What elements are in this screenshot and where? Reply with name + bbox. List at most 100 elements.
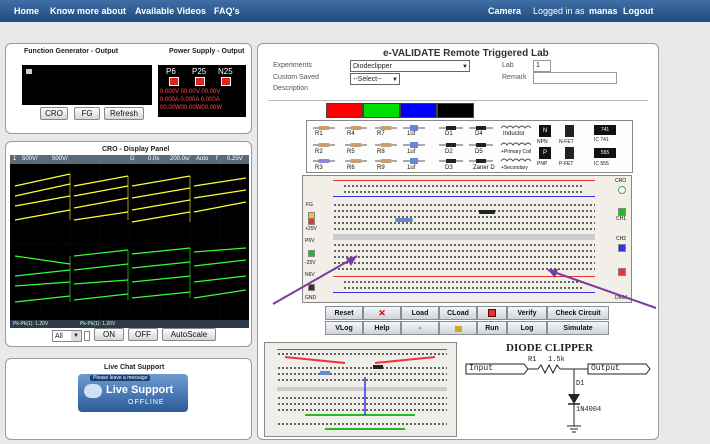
component-glyphs <box>313 125 532 164</box>
cro-off-button[interactable]: OFF <box>128 328 158 341</box>
nav-home-link[interactable]: Home <box>14 6 39 16</box>
board-rail-top-red <box>333 180 595 181</box>
cro-title: CRO - Display Panel <box>102 146 170 153</box>
wire-color-green[interactable] <box>363 103 400 118</box>
lock-icon <box>454 326 462 332</box>
board-rail-holes <box>343 185 583 187</box>
chevron-down-icon: ▼ <box>462 64 468 70</box>
cload-button[interactable]: CLoad <box>439 306 477 320</box>
ps-channel-p25: P25 <box>192 67 207 76</box>
cro-measure-right: Pk-Pk(1): 1.20V <box>80 321 116 327</box>
custom-saved-label: Custom Saved <box>273 74 319 81</box>
help-button[interactable]: Help <box>363 321 401 335</box>
cro-waveform <box>10 164 249 328</box>
lock-button[interactable]: ● <box>401 321 439 335</box>
load-button[interactable]: Load <box>401 306 439 320</box>
cro-on-button[interactable]: ON <box>94 328 124 341</box>
fg-power-panel: Function Generator - Output Power Supply… <box>5 43 252 134</box>
save-button[interactable] <box>477 306 507 320</box>
cro-autoscale-button[interactable]: AutoScale <box>162 328 216 341</box>
board-label-cro: CRO <box>615 178 627 184</box>
vlog-button[interactable]: VLog <box>325 321 363 335</box>
cro-time-offset: 0.0s <box>148 156 160 162</box>
username: manas <box>589 6 618 16</box>
ps-channel-p6: P6 <box>166 67 176 76</box>
ic-555-chip[interactable]: 555 <box>594 148 616 158</box>
lab-title: e-VALIDATE Remote Triggered Lab <box>383 48 549 59</box>
component-palette: R1 R4 R7 1uf D1 D4 Inductor R2 R5 R8 1uf… <box>306 120 633 173</box>
custom-saved-select[interactable]: --Select-- ▼ <box>350 73 400 85</box>
reset-button[interactable]: Reset <box>325 306 363 320</box>
lab-number-field[interactable]: 1 <box>533 60 551 72</box>
comp-pfet-label: P-FET <box>559 161 574 167</box>
lab-panel: e-VALIDATE Remote Triggered Lab Experime… <box>257 43 659 440</box>
cro-ground: G <box>130 156 135 162</box>
delete-button[interactable]: ✕ <box>363 306 401 320</box>
nav-camera-link[interactable]: Camera <box>488 6 521 16</box>
chevron-down-icon: ▼ <box>71 331 81 341</box>
transistor-pnp[interactable]: P <box>539 147 551 159</box>
cro-screen: 1 500V/ 500V/ G 0.0s 200.0s/ Auto f 0.25… <box>10 155 249 328</box>
divider <box>268 100 648 101</box>
preview-wires <box>284 356 436 430</box>
schematic: DIODE CLIPPER Input Output R1 1.5k D1 1N… <box>464 342 654 437</box>
wire-color-black[interactable] <box>437 103 474 118</box>
ic-741-label: IC 741 <box>594 137 609 143</box>
simulate-button[interactable]: Simulate <box>547 321 609 335</box>
wire-color-red[interactable] <box>326 103 363 118</box>
nav-videos-link[interactable]: Available Videos <box>135 6 206 16</box>
breadboard-preview <box>264 342 457 437</box>
cro-button[interactable]: CRO <box>40 107 68 120</box>
chat-offline-text: OFFLINE <box>128 399 165 406</box>
remark-label: Remark <box>502 74 527 81</box>
chevron-down-icon: ▼ <box>392 77 398 83</box>
nav-logout-link[interactable]: Logout <box>623 6 654 16</box>
run-button[interactable]: Run <box>477 321 507 335</box>
description-label: Description <box>273 85 309 92</box>
fg-screen-icon <box>26 69 32 74</box>
ps-title: Power Supply - Output <box>169 48 245 55</box>
ps-p6-button[interactable] <box>169 77 179 86</box>
fg-screen <box>22 65 152 105</box>
schematic-r-value: 1.5k <box>548 356 565 364</box>
ps-channel-n25: N25 <box>218 67 233 76</box>
cro-channel-select[interactable]: All ▼ <box>52 330 82 342</box>
experiment-select[interactable]: Diodeclipper ▼ <box>350 60 470 72</box>
nav-faq-link[interactable]: FAQ's <box>214 6 240 16</box>
nav-know-more-link[interactable]: Know more about <box>50 6 126 16</box>
wire-color-blue[interactable] <box>400 103 437 118</box>
cro-time-scale: 200.0s/ <box>170 156 190 162</box>
transistor-npn[interactable]: N <box>539 125 551 137</box>
lab-label: Lab <box>502 62 514 69</box>
verify-button[interactable]: Verify <box>507 306 547 320</box>
cro-toggle-box[interactable] <box>84 331 90 341</box>
schematic-input-label: Input <box>469 364 494 373</box>
custom-saved-value: --Select-- <box>353 76 382 83</box>
ps-n25-button[interactable] <box>221 77 231 86</box>
pfet-part[interactable] <box>565 147 574 159</box>
ps-voltage-row: 0.000V 00.00V 00.00V <box>160 89 221 95</box>
ic-555-chip-label: 555 <box>600 150 610 156</box>
chat-title: Live Chat Support <box>104 364 165 371</box>
board-rail-holes <box>343 191 583 193</box>
ps-p25-button[interactable] <box>195 77 205 86</box>
schematic-d-label: D1 <box>576 380 585 388</box>
nfet-part[interactable] <box>565 125 574 137</box>
remark-field[interactable] <box>533 72 617 84</box>
ps-power-row: 00.00W00.00W00.00W <box>160 105 223 111</box>
refresh-button[interactable]: Refresh <box>104 107 144 120</box>
experiment-select-value: Diodeclipper <box>353 63 392 70</box>
live-support-button[interactable]: Please leave a message Live Support OFFL… <box>78 374 188 412</box>
cro-ch2-scale: 500V/ <box>52 156 68 162</box>
ps-current-row: 0.000A 0.000A 0.000A <box>160 97 220 103</box>
chat-panel: Live Chat Support Please leave a message… <box>5 358 252 440</box>
ic-741-chip[interactable]: 741 <box>594 125 616 135</box>
check-circuit-button[interactable]: Check Circuit <box>547 306 609 320</box>
log-button[interactable]: Log <box>507 321 547 335</box>
logged-in-text: Logged in as <box>533 6 585 16</box>
cro-ch-num: 1 <box>13 156 17 162</box>
terminal-cro[interactable] <box>618 186 626 194</box>
cro-trigger-mode: Auto <box>196 156 209 162</box>
fg-button[interactable]: FG <box>74 107 100 120</box>
unlock-button[interactable] <box>439 321 477 335</box>
